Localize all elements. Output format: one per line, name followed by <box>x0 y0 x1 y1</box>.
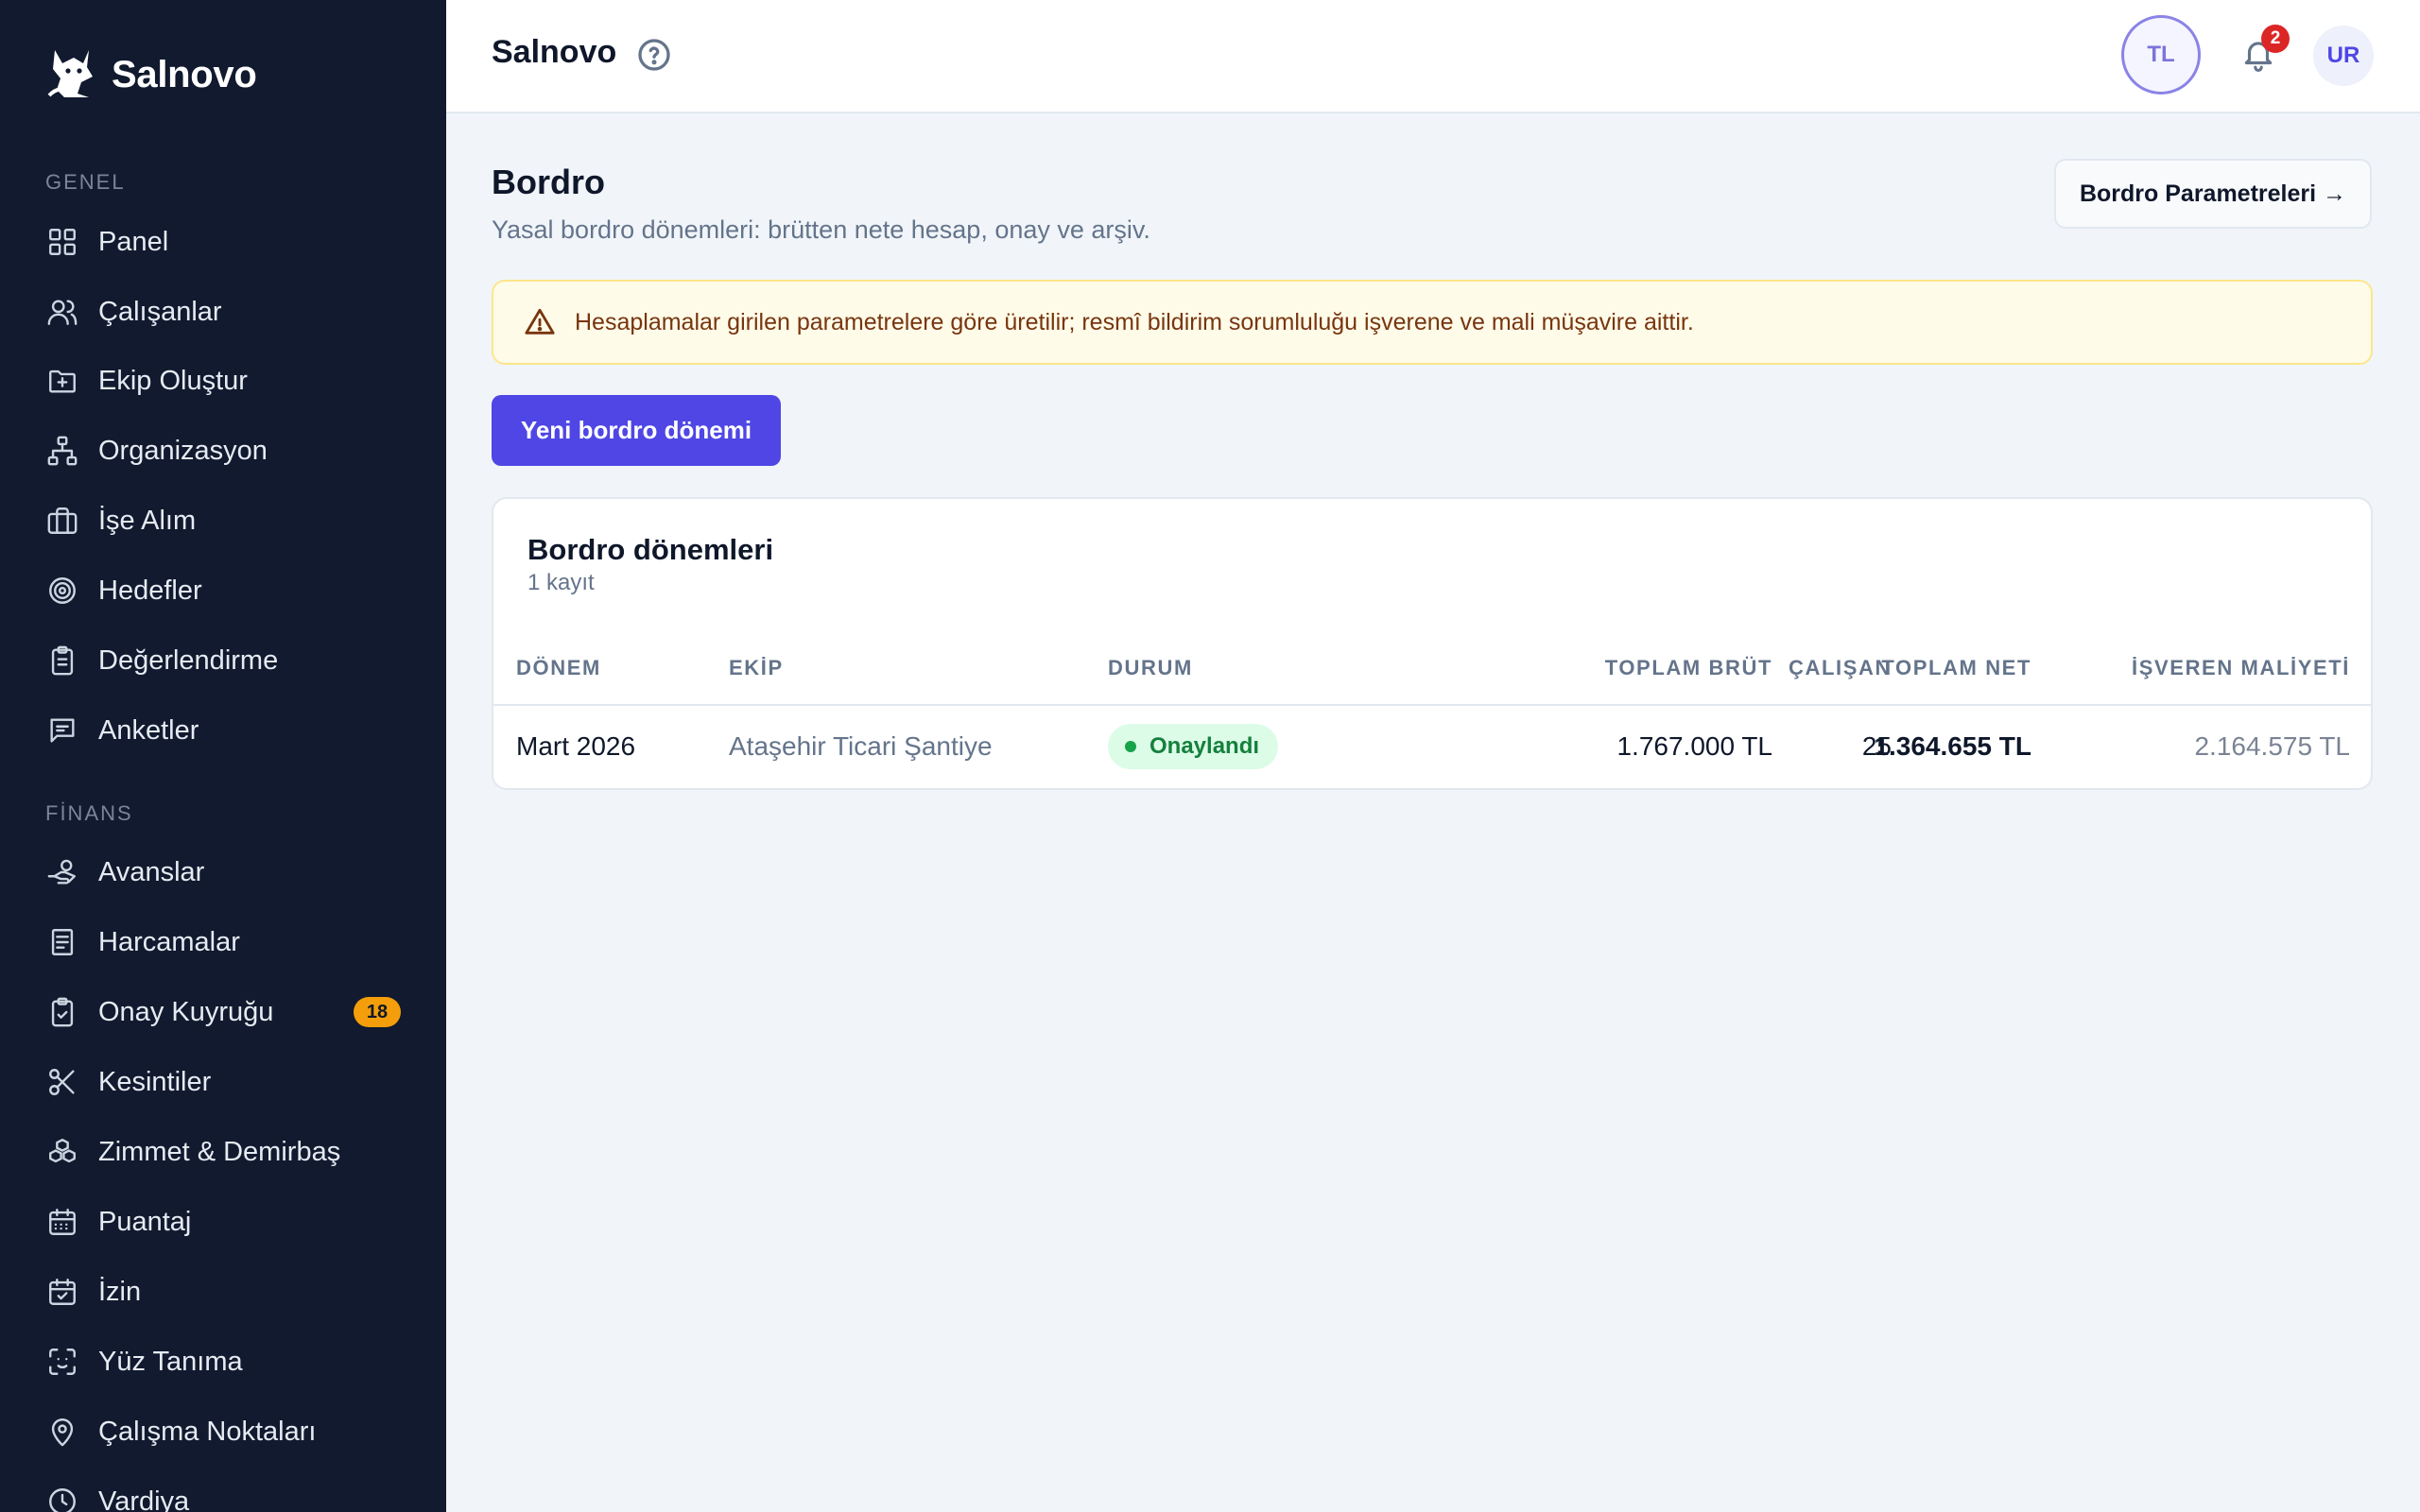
clock-icon <box>45 1485 79 1512</box>
sidebar-item-label: Organizasyon <box>98 435 268 466</box>
column-header-employer-cost[interactable]: İŞVEREN MALİYETİ <box>2132 656 2350 680</box>
sidebar-item-employees[interactable]: Çalışanlar <box>45 286 401 337</box>
record-count: 1 kayıt <box>527 570 595 595</box>
face-scan-icon <box>45 1345 79 1379</box>
sidebar: Salnovo GENEL Panel Çalışanlar Ekip Oluş… <box>0 0 446 1512</box>
table-divider <box>493 704 2371 706</box>
sidebar-item-organization[interactable]: Organizasyon <box>45 425 401 476</box>
calendar-grid-icon <box>45 1205 79 1239</box>
status-dot-icon <box>1125 741 1136 752</box>
status-label: Onaylandı <box>1150 733 1260 759</box>
sidebar-item-label: Onay Kuyruğu <box>98 996 274 1027</box>
sidebar-item-expenses[interactable]: Harcamalar <box>45 917 401 968</box>
sidebar-item-label: Değerlendirme <box>98 644 279 676</box>
sidebar-item-goals[interactable]: Hedefler <box>45 565 401 616</box>
sidebar-item-work-locations[interactable]: Çalışma Noktaları <box>45 1406 401 1457</box>
clipboard-check-icon <box>45 995 79 1029</box>
sidebar-item-recruitment[interactable]: İşe Alım <box>45 495 401 546</box>
sidebar-item-shift[interactable]: Vardiya <box>45 1476 401 1512</box>
grid-icon <box>45 225 79 259</box>
brand-logo-link[interactable]: Salnovo <box>45 42 257 108</box>
sidebar-item-label: İşe Alım <box>98 505 197 536</box>
message-icon <box>45 713 79 747</box>
payroll-parameters-button[interactable]: Bordro Parametreleri → <box>2054 159 2372 229</box>
sidebar-item-assets[interactable]: Zimmet & Demirbaş <box>45 1126 401 1177</box>
sidebar-item-face-recognition[interactable]: Yüz Tanıma <box>45 1336 401 1387</box>
map-pin-icon <box>45 1415 79 1449</box>
sidebar-item-label: Puantaj <box>98 1206 192 1237</box>
clipboard-icon <box>45 644 79 678</box>
sidebar-item-label: Panel <box>98 226 169 257</box>
sidebar-item-label: Anketler <box>98 714 199 746</box>
currency-button[interactable]: TL <box>2121 15 2201 94</box>
sidebar-item-label: Vardiya <box>98 1486 190 1512</box>
fox-logo-icon <box>45 44 98 106</box>
sidebar-item-timesheet[interactable]: Puantaj <box>45 1196 401 1247</box>
sidebar-item-label: Kesintiler <box>98 1066 212 1097</box>
briefcase-icon <box>45 504 79 538</box>
column-header-total-net[interactable]: TOPLAM NET <box>1881 656 2031 680</box>
column-header-total-gross[interactable]: TOPLAM BRÜT <box>1605 656 1772 680</box>
card-title: Bordro dönemleri <box>527 533 774 566</box>
sidebar-item-label: Çalışanlar <box>98 296 222 327</box>
alert-text: Hesaplamalar girilen parametrelere göre … <box>575 308 1694 335</box>
org-chart-icon <box>45 434 79 468</box>
sidebar-item-surveys[interactable]: Anketler <box>45 705 401 756</box>
sidebar-item-label: Zimmet & Demirbaş <box>98 1136 341 1167</box>
payroll-periods-card: Bordro dönemleri 1 kayıt DÖNEM EKİP DURU… <box>492 497 2373 790</box>
sidebar-item-leave[interactable]: İzin <box>45 1266 401 1317</box>
bell-icon <box>2240 42 2276 76</box>
cell-total-net: 1.364.655 TL <box>1874 731 2031 761</box>
section-label-general: GENEL <box>45 170 126 194</box>
column-header-employees[interactable]: ÇALIŞAN <box>1789 656 1892 680</box>
notifications-button[interactable]: 2 <box>2240 25 2290 76</box>
target-icon <box>45 574 79 608</box>
boxes-icon <box>45 1135 79 1169</box>
new-payroll-period-button[interactable]: Yeni bordro dönemi <box>492 395 781 466</box>
sidebar-item-label: İzin <box>98 1276 142 1307</box>
page-title: Bordro <box>492 163 605 201</box>
sidebar-item-label: Hedefler <box>98 575 202 606</box>
user-avatar[interactable]: UR <box>2313 26 2374 86</box>
folder-plus-icon <box>45 364 79 398</box>
help-icon[interactable] <box>637 38 671 72</box>
calendar-check-icon <box>45 1275 79 1309</box>
status-badge: Onaylandı <box>1108 724 1279 769</box>
column-header-status[interactable]: DURUM <box>1108 656 1193 680</box>
page-subtitle: Yasal bordro dönemleri: brütten nete hes… <box>492 215 1150 244</box>
sidebar-item-panel[interactable]: Panel <box>45 216 401 267</box>
scissors-icon <box>45 1065 79 1099</box>
receipt-icon <box>45 925 79 959</box>
sidebar-item-label: Harcamalar <box>98 926 240 957</box>
column-header-period[interactable]: DÖNEM <box>516 656 601 680</box>
approval-count-badge: 18 <box>354 997 401 1027</box>
hand-coins-icon <box>45 855 79 889</box>
users-icon <box>45 295 79 329</box>
notification-count-badge: 2 <box>2261 25 2290 53</box>
sidebar-item-evaluation[interactable]: Değerlendirme <box>45 635 401 686</box>
sidebar-item-label: Yüz Tanıma <box>98 1346 243 1377</box>
sidebar-item-approval-queue[interactable]: Onay Kuyruğu 18 <box>45 987 401 1038</box>
cell-employer-cost: 2.164.575 TL <box>2194 731 2350 761</box>
sidebar-item-create-team[interactable]: Ekip Oluştur <box>45 355 401 406</box>
warning-icon <box>524 306 556 338</box>
sidebar-item-deductions[interactable]: Kesintiler <box>45 1057 401 1108</box>
sidebar-item-label: Avanslar <box>98 856 205 887</box>
sidebar-item-label: Ekip Oluştur <box>98 365 248 396</box>
cell-period: Mart 2026 <box>516 731 636 761</box>
sidebar-item-advances[interactable]: Avanslar <box>45 847 401 898</box>
brand-name: Salnovo <box>112 53 257 95</box>
cell-team: Ataşehir Ticari Şantiye <box>729 731 993 761</box>
section-label-finance: FİNANS <box>45 801 133 825</box>
disclaimer-alert: Hesaplamalar girilen parametrelere göre … <box>492 280 2373 365</box>
cell-total-gross: 1.767.000 TL <box>1616 731 1772 761</box>
topbar: Salnovo TL 2 UR <box>446 0 2420 113</box>
column-header-team[interactable]: EKİP <box>729 656 784 680</box>
sidebar-item-label: Çalışma Noktaları <box>98 1416 317 1447</box>
app-title: Salnovo <box>492 34 617 70</box>
